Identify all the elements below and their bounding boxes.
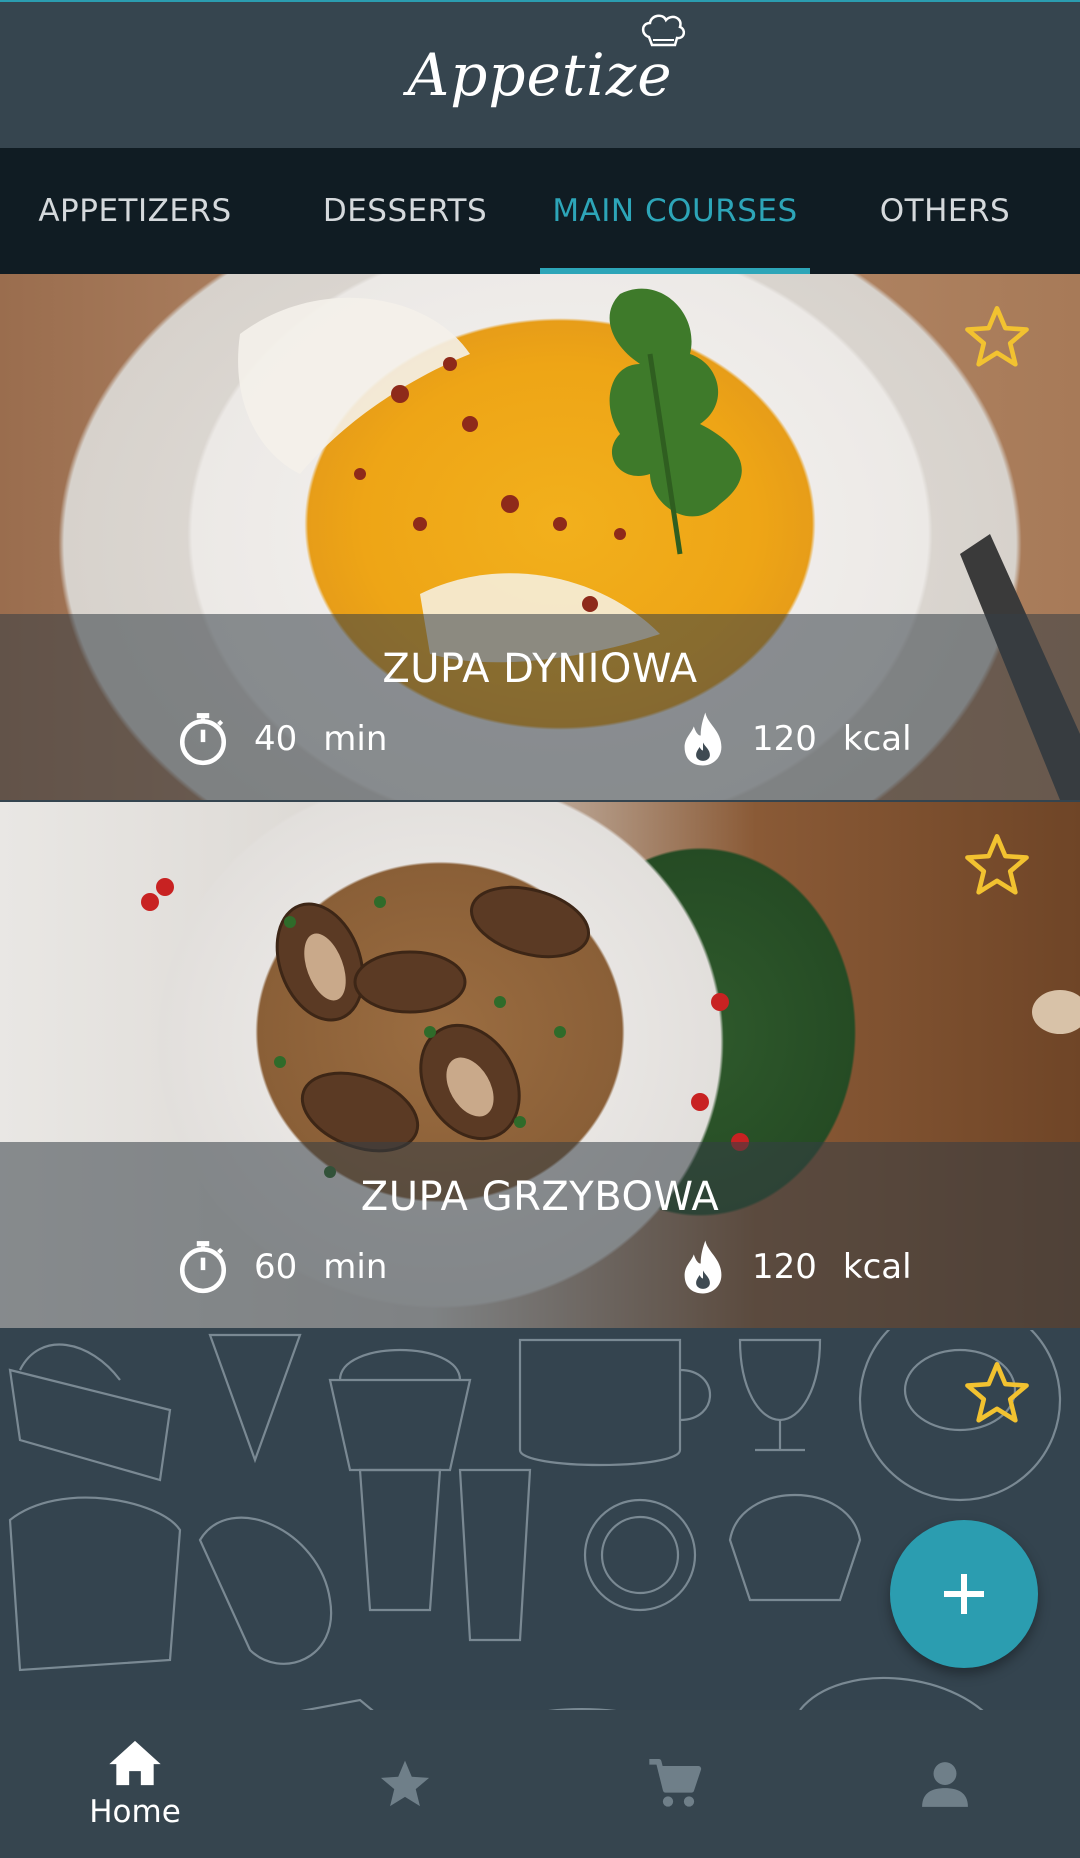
- app-bar: Appetize: [0, 0, 1080, 148]
- nav-home-label: Home: [89, 1794, 181, 1830]
- bottom-navigation: Home: [0, 1710, 1080, 1858]
- calories-value: 120: [752, 719, 817, 759]
- recipe-photo-placeholder: [0, 1330, 1080, 1710]
- tab-main-courses[interactable]: MAIN COURSES: [540, 148, 810, 274]
- favorite-star-icon[interactable]: [962, 304, 1032, 370]
- flame-icon: [684, 1240, 722, 1294]
- time-value: 40: [254, 719, 298, 759]
- category-tabs: APPETIZERS DESSERTS MAIN COURSES OTHERS: [0, 148, 1080, 274]
- home-icon: [109, 1740, 161, 1786]
- recipe-title: ZUPA DYNIOWA: [382, 646, 698, 692]
- recipe-card[interactable]: ZUPA GRZYBOWA 60 min 120 kcal: [0, 802, 1080, 1328]
- recipe-info-overlay: ZUPA GRZYBOWA 60 min 120 kcal: [0, 1142, 1080, 1328]
- favorite-star-icon[interactable]: [962, 1360, 1032, 1426]
- stopwatch-icon: [179, 1241, 227, 1294]
- recipe-title: ZUPA GRZYBOWA: [360, 1174, 720, 1220]
- app-logo-text: Appetize: [407, 41, 673, 109]
- calories-unit: kcal: [842, 719, 912, 759]
- flame-icon: [684, 712, 722, 766]
- nav-profile[interactable]: [810, 1710, 1080, 1858]
- recipe-info-overlay: ZUPA DYNIOWA 40 min 120 kcal: [0, 614, 1080, 800]
- time-value: 60: [254, 1247, 298, 1287]
- calories-value: 120: [752, 1247, 817, 1287]
- app-logo: Appetize: [407, 14, 685, 109]
- nav-home[interactable]: Home: [0, 1710, 270, 1858]
- calories-unit: kcal: [842, 1247, 912, 1287]
- tab-desserts[interactable]: DESSERTS: [270, 148, 540, 274]
- recipe-calories: 120 kcal: [680, 1237, 912, 1297]
- cart-icon: [649, 1759, 702, 1807]
- food-doodle-pattern: [8, 1330, 1062, 1710]
- recipe-time: 40 min: [178, 709, 387, 769]
- favorite-star-icon[interactable]: [962, 832, 1032, 898]
- plus-icon: [944, 1574, 984, 1614]
- time-unit: min: [323, 1247, 388, 1287]
- recipe-card[interactable]: [0, 1330, 1080, 1710]
- recipe-time: 60 min: [178, 1237, 387, 1297]
- person-icon: [922, 1762, 968, 1807]
- nav-cart[interactable]: [540, 1710, 810, 1858]
- tab-appetizers[interactable]: APPETIZERS: [0, 148, 270, 274]
- stopwatch-icon: [179, 713, 227, 766]
- recipe-list: ZUPA DYNIOWA 40 min 120 kcal ZUPA GRZYBO…: [0, 274, 1080, 1710]
- tab-others[interactable]: OTHERS: [810, 148, 1080, 274]
- chef-hat-icon: [641, 14, 685, 47]
- star-icon: [380, 1760, 430, 1807]
- recipe-card[interactable]: ZUPA DYNIOWA 40 min 120 kcal: [0, 274, 1080, 800]
- nav-favorites[interactable]: [270, 1710, 540, 1858]
- time-unit: min: [323, 719, 388, 759]
- recipe-calories: 120 kcal: [680, 709, 912, 769]
- add-recipe-button[interactable]: [890, 1520, 1038, 1668]
